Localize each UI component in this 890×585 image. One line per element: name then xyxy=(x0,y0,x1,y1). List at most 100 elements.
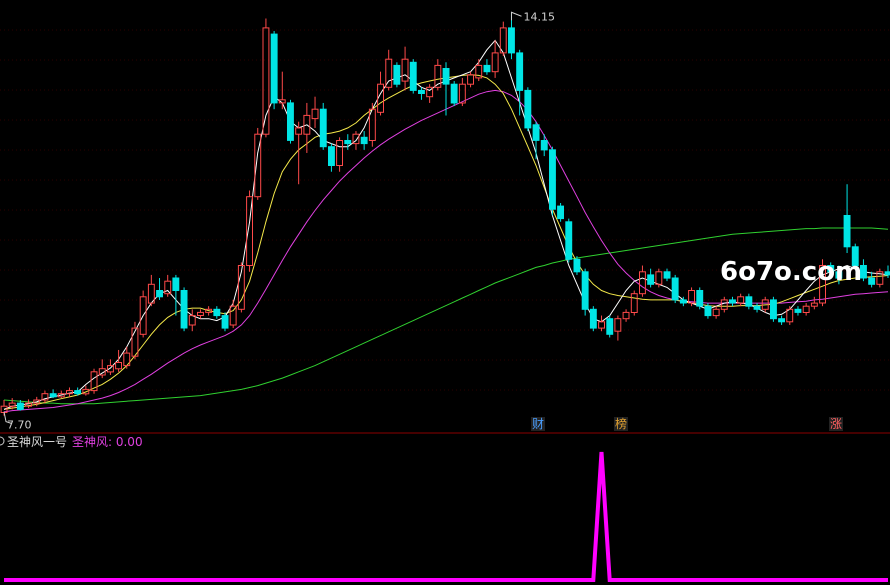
candle xyxy=(409,59,417,94)
candle-body xyxy=(328,146,335,166)
candle xyxy=(344,134,352,150)
candle-body xyxy=(614,318,622,332)
candle xyxy=(565,218,573,263)
candle xyxy=(491,40,499,78)
candle xyxy=(213,306,221,319)
candle-body xyxy=(745,296,753,307)
candle-body xyxy=(802,305,810,314)
candle-body xyxy=(49,393,57,398)
candle-body xyxy=(770,299,777,320)
candle xyxy=(720,296,728,313)
candle-body xyxy=(188,315,196,326)
candle xyxy=(287,99,294,144)
candle xyxy=(729,296,736,307)
indicator-line xyxy=(4,451,888,582)
candle-body xyxy=(287,102,294,141)
candle-body xyxy=(66,390,73,395)
candle-body xyxy=(213,308,221,317)
candle-body xyxy=(884,271,890,276)
candle-body xyxy=(401,58,409,82)
candle xyxy=(139,290,147,338)
candle xyxy=(41,390,49,404)
candle-body xyxy=(229,305,237,326)
candle xyxy=(622,309,630,322)
candle-body xyxy=(589,308,597,329)
candle-body xyxy=(344,140,352,145)
candle-body xyxy=(483,64,491,73)
candle-body xyxy=(720,299,728,310)
event-marker-text: 财 xyxy=(532,417,544,431)
candle xyxy=(696,287,704,310)
candle-body xyxy=(336,140,344,166)
candle-body xyxy=(663,271,671,279)
candle xyxy=(475,59,483,82)
candle-body xyxy=(295,127,303,135)
candle xyxy=(483,59,491,75)
indicator-series xyxy=(4,451,888,582)
candle xyxy=(655,268,663,288)
candle xyxy=(614,315,622,341)
candle-body xyxy=(606,318,614,335)
candle xyxy=(778,315,785,325)
candle xyxy=(426,84,434,103)
high-price-marker xyxy=(510,11,522,21)
candle-body xyxy=(262,27,270,135)
candle-body xyxy=(622,311,630,320)
candle-body xyxy=(467,74,475,85)
candle xyxy=(319,102,327,150)
candle xyxy=(770,296,777,322)
candle xyxy=(221,312,229,332)
candle-body xyxy=(581,271,589,310)
event-marker-text: 榜 xyxy=(615,416,627,431)
candle-body xyxy=(557,205,564,220)
candle xyxy=(630,290,638,316)
candle-body xyxy=(270,33,278,104)
candle-body xyxy=(647,274,655,285)
candle-body xyxy=(843,215,851,248)
candle xyxy=(810,296,818,310)
candle xyxy=(589,306,597,332)
candle xyxy=(598,315,605,332)
candle xyxy=(663,268,671,282)
candle-body xyxy=(197,311,204,316)
candle-body xyxy=(712,308,720,317)
chart-canvas: 14.15 7.70 6o7o.com 财 榜 涨 圣神风一号 圣神风: 0.00 xyxy=(0,10,890,582)
candle-body xyxy=(74,390,82,395)
ma60-line xyxy=(3,227,889,405)
watermark: 6o7o.com xyxy=(720,257,862,287)
candle xyxy=(172,274,180,316)
candle xyxy=(868,271,876,288)
candle xyxy=(180,287,188,332)
candle xyxy=(262,18,270,138)
candle xyxy=(336,137,344,172)
candle-body xyxy=(409,61,417,91)
candle xyxy=(401,46,409,91)
event-markers: 财榜涨 xyxy=(531,416,843,431)
candle-body xyxy=(630,293,638,314)
candle-body xyxy=(418,89,425,95)
candle xyxy=(270,31,278,110)
candle xyxy=(499,21,507,57)
candle xyxy=(671,274,679,304)
candle xyxy=(66,387,73,397)
candle-body xyxy=(516,52,524,91)
candle-body xyxy=(549,149,556,210)
candle-body xyxy=(753,305,761,310)
candle-body xyxy=(172,277,180,291)
candle xyxy=(311,96,319,128)
candle xyxy=(442,62,450,116)
candle xyxy=(107,359,114,375)
candle-body xyxy=(729,299,736,304)
high-price-label: 14.15 xyxy=(523,10,555,23)
candle-body xyxy=(311,108,319,120)
candle xyxy=(557,202,564,222)
candle-body xyxy=(704,305,712,317)
candle xyxy=(278,71,286,110)
candle-body xyxy=(696,290,704,307)
indicator-toggle-icon[interactable] xyxy=(0,436,5,446)
ma20-path xyxy=(3,89,889,413)
candle xyxy=(156,278,164,300)
candle-body xyxy=(319,108,327,148)
event-marker: 榜 xyxy=(614,416,628,431)
price-labels: 14.15 7.70 xyxy=(3,10,555,432)
